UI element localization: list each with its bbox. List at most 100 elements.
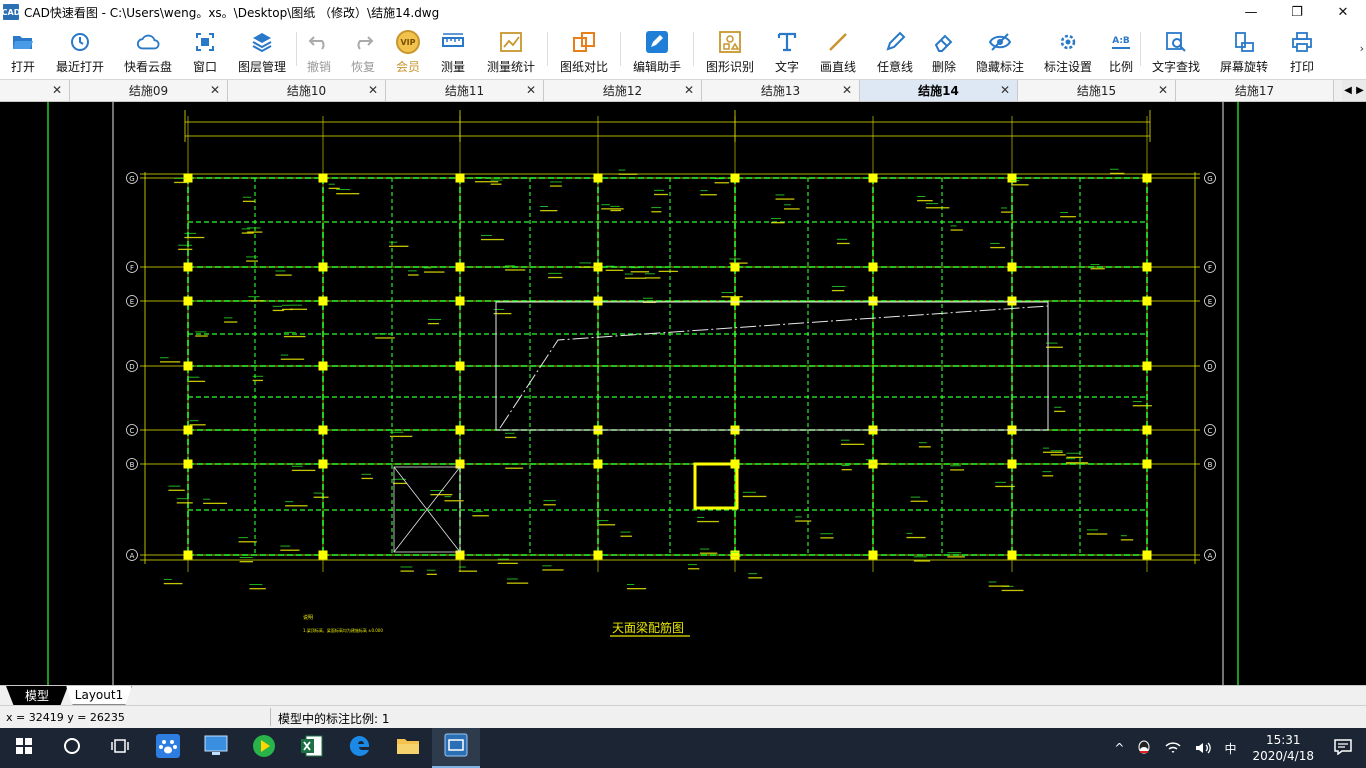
tab-jieshi14[interactable]: 结施14 ✕ bbox=[860, 80, 1018, 101]
rebar-annotation-mark bbox=[328, 183, 335, 185]
volume-icon[interactable] bbox=[1188, 740, 1218, 756]
delete-button[interactable]: 删除 bbox=[922, 24, 966, 79]
tab-scroll-left-icon[interactable]: ◀ bbox=[1342, 80, 1354, 101]
tab-jieshi11[interactable]: 结施11 ✕ bbox=[386, 80, 544, 101]
freehand-line-button[interactable]: 任意线 bbox=[868, 24, 922, 79]
shape-recognize-button[interactable]: 图形识别 bbox=[694, 24, 766, 79]
rebar-annotation-mark bbox=[699, 552, 718, 554]
tab-close-icon[interactable]: ✕ bbox=[210, 83, 220, 97]
layer-manage-button[interactable]: 图层管理 bbox=[228, 24, 296, 79]
tab-close-icon[interactable]: ✕ bbox=[368, 83, 378, 97]
column-block bbox=[593, 296, 603, 306]
toolbar-more-arrow[interactable]: › bbox=[1360, 42, 1364, 55]
print-button[interactable]: 打印 bbox=[1277, 24, 1327, 79]
taskbar-baidu-app[interactable] bbox=[144, 728, 192, 768]
notification-center-button[interactable] bbox=[1324, 738, 1366, 758]
taskbar-screen-app[interactable] bbox=[192, 728, 240, 768]
annotation-settings-button[interactable]: 标注设置 bbox=[1034, 24, 1102, 79]
taskbar-media-player[interactable] bbox=[240, 728, 288, 768]
rebar-annotation-mark bbox=[841, 465, 850, 467]
text-button[interactable]: 文字 bbox=[766, 24, 808, 79]
minimize-button[interactable]: — bbox=[1228, 0, 1274, 24]
rebar-annotation-mark bbox=[249, 584, 263, 586]
cad-drawing-canvas[interactable]: G G F F E E D D C C B B A A 天面梁配筋图 说明 1.梁顶标高、梁面标高均为建施… bbox=[0, 102, 1366, 685]
rebar-annotation-mark bbox=[610, 205, 620, 207]
rebar-annotation-mark bbox=[1090, 264, 1100, 266]
tab-jieshi09[interactable]: 结施09 ✕ bbox=[70, 80, 228, 101]
cloud-disk-button[interactable]: 快看云盘 bbox=[114, 24, 182, 79]
rebar-annotation-mark bbox=[426, 569, 436, 571]
undo-button[interactable]: 撤销 bbox=[297, 24, 341, 79]
search-button[interactable] bbox=[48, 728, 96, 768]
tab-close-icon[interactable]: ✕ bbox=[526, 83, 536, 97]
taskbar-edge[interactable] bbox=[336, 728, 384, 768]
tab-close-icon[interactable]: ✕ bbox=[1158, 83, 1168, 97]
rebar-annotation-mark bbox=[1132, 401, 1142, 403]
taskbar-clock[interactable]: 15:31 2020/4/18 bbox=[1242, 732, 1324, 764]
tab-jieshi13[interactable]: 结施13 ✕ bbox=[702, 80, 860, 101]
rebar-annotation-mark bbox=[601, 208, 624, 210]
tab-jieshi12[interactable]: 结施12 ✕ bbox=[544, 80, 702, 101]
tab-close-icon[interactable]: ✕ bbox=[842, 83, 852, 97]
compare-button[interactable]: 图纸对比 bbox=[548, 24, 620, 79]
rebar-annotation-mark bbox=[188, 376, 200, 378]
tab-partial[interactable]: ✕ bbox=[0, 80, 70, 101]
rebar-annotation-mark bbox=[770, 222, 785, 224]
tab-jieshi17[interactable]: 结施17 bbox=[1176, 80, 1334, 101]
rebar-annotation-mark bbox=[407, 274, 419, 276]
tab-close-icon[interactable]: ✕ bbox=[684, 83, 694, 97]
column-block bbox=[1007, 262, 1017, 272]
close-button[interactable]: ✕ bbox=[1320, 0, 1366, 24]
rebar-annotation-mark bbox=[241, 228, 251, 230]
screen-rotate-button[interactable]: 屏幕旋转 bbox=[1211, 24, 1277, 79]
rebar-annotation-mark bbox=[540, 209, 558, 212]
ime-indicator[interactable]: 中 bbox=[1218, 740, 1242, 757]
rebar-annotation-mark bbox=[1054, 410, 1066, 413]
tab-jieshi15[interactable]: 结施15 ✕ bbox=[1018, 80, 1176, 101]
rebar-annotation-mark bbox=[506, 582, 529, 584]
tab-close-icon[interactable]: ✕ bbox=[52, 83, 62, 97]
rebar-annotation-mark bbox=[497, 558, 509, 560]
rebar-annotation-mark bbox=[624, 273, 633, 275]
column-block bbox=[183, 173, 193, 183]
redo-button[interactable]: 恢复 bbox=[341, 24, 385, 79]
open-button[interactable]: 打开 bbox=[0, 24, 46, 79]
tab-jieshi10[interactable]: 结施10 ✕ bbox=[228, 80, 386, 101]
axis-label: E bbox=[130, 298, 134, 306]
rebar-annotation-mark bbox=[239, 557, 253, 559]
rebar-annotation-mark bbox=[543, 504, 556, 506]
rebar-annotation-mark bbox=[1109, 168, 1119, 170]
rebar-annotation-mark bbox=[163, 578, 172, 580]
recent-open-button[interactable]: 最近打开 bbox=[46, 24, 114, 79]
task-view-button[interactable] bbox=[96, 728, 144, 768]
rebar-annotation-mark bbox=[392, 482, 408, 485]
taskbar-excel[interactable] bbox=[288, 728, 336, 768]
edit-assistant-button[interactable]: 编辑助手 bbox=[621, 24, 693, 79]
status-bar: x = 32419 y = 26235 模型中的标注比例: 1 bbox=[0, 705, 1366, 728]
tab-model[interactable]: 模型 bbox=[6, 686, 68, 705]
rebar-annotation-mark bbox=[651, 207, 662, 209]
tab-layout1[interactable]: Layout1 bbox=[66, 686, 132, 705]
tray-expand-icon[interactable]: ^ bbox=[1108, 741, 1130, 755]
scale-button[interactable]: A:B 比例 bbox=[1102, 24, 1140, 79]
rebar-annotation-mark bbox=[550, 185, 562, 187]
start-button[interactable] bbox=[0, 728, 48, 768]
tab-close-icon[interactable]: ✕ bbox=[1000, 83, 1010, 97]
network-wifi-icon[interactable] bbox=[1158, 740, 1188, 756]
rebar-annotation-mark bbox=[313, 496, 329, 498]
vip-button[interactable]: VIP 会员 bbox=[385, 24, 431, 79]
rebar-annotation-mark bbox=[336, 189, 350, 191]
taskbar-file-explorer[interactable] bbox=[384, 728, 432, 768]
rebar-annotation-mark bbox=[730, 555, 741, 558]
maximize-button[interactable]: ❐ bbox=[1274, 0, 1320, 24]
qq-tray-icon[interactable] bbox=[1130, 739, 1158, 757]
draw-line-button[interactable]: 画直线 bbox=[808, 24, 868, 79]
measure-button[interactable]: 测量 bbox=[431, 24, 475, 79]
hide-annotation-button[interactable]: 隐藏标注 bbox=[966, 24, 1034, 79]
tab-scroll-right-icon[interactable]: ▶ bbox=[1354, 80, 1366, 101]
column-block bbox=[730, 296, 740, 306]
taskbar-cad-app[interactable] bbox=[432, 728, 480, 768]
text-search-button[interactable]: 文字查找 bbox=[1141, 24, 1211, 79]
window-button[interactable]: 窗口 bbox=[182, 24, 228, 79]
measure-stats-button[interactable]: 测量统计 bbox=[475, 24, 547, 79]
